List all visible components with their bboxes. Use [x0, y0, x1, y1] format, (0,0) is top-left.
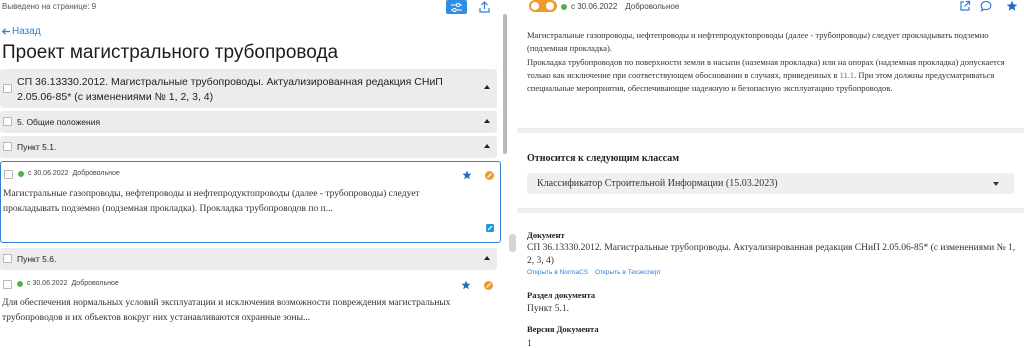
document-checkbox[interactable] — [3, 84, 12, 93]
requirement-paragraph-1: Магистральные газопроводы, нефтепроводы … — [527, 30, 989, 53]
status-dot-icon — [17, 280, 23, 287]
item-row-5-1[interactable]: Пункт 5.1. — [0, 136, 497, 158]
comment-icon[interactable] — [980, 0, 992, 12]
status-dot-icon — [561, 3, 567, 10]
section-divider — [517, 128, 1024, 133]
document-title: СП 36.13330.2012. Магистральные трубопро… — [17, 76, 443, 103]
toggle-knob — [546, 2, 554, 10]
item-label: Пункт 5.1. — [17, 142, 57, 152]
requirement-card[interactable]: с 30.06.2022 Добровольное Для обеспечени… — [0, 274, 501, 348]
results-count: Выведено на странице: 9 — [2, 2, 97, 11]
back-link[interactable]: Назад — [2, 26, 41, 37]
classes-heading: Относится к следующим классам — [527, 153, 680, 164]
status-dot-icon — [18, 170, 24, 177]
section-value: Пункт 5.1. — [527, 304, 569, 314]
card-status: Добровольное — [71, 280, 119, 287]
dropdown-caret-icon — [993, 182, 999, 186]
classifier-select[interactable]: Классификатор Строительной Информации (1… — [527, 173, 1014, 194]
detail-toolbar: с 30.06.2022 Добровольное — [517, 0, 1024, 14]
share-icon — [478, 1, 490, 13]
card-status: Добровольное — [72, 170, 120, 177]
version-value: 1 — [527, 339, 532, 348]
share-button[interactable] — [477, 0, 491, 14]
collapse-caret-icon[interactable] — [484, 144, 490, 148]
requirement-card-selected[interactable]: с 30.06.2022 Добровольное Магистральные … — [0, 161, 501, 243]
left-scrollbar[interactable] — [503, 14, 507, 154]
version-label: Версия Документа — [527, 324, 599, 334]
card-checkbox[interactable] — [4, 170, 13, 179]
section-checkbox[interactable] — [3, 117, 12, 126]
document-label: Документ — [527, 230, 565, 240]
card-text: Магистральные газопроводы, нефтепроводы … — [3, 189, 420, 214]
card-meta: с 30.06.2022 Добровольное — [17, 280, 119, 287]
item-label: Пункт 5.6. — [17, 254, 57, 264]
section-label: Раздел документа — [527, 290, 596, 300]
star-icon[interactable] — [461, 280, 471, 290]
back-label: Назад — [12, 26, 41, 37]
results-pane: Выведено на странице: 9 Назад Проект маг… — [0, 0, 503, 348]
collapse-caret-icon[interactable] — [484, 119, 490, 123]
clause-link[interactable]: 11.1 — [840, 70, 855, 80]
item-row-5-6[interactable]: Пункт 5.6. — [0, 248, 497, 270]
detail-date: с 30.06.2022 — [571, 2, 618, 11]
toggle-knob — [531, 2, 539, 10]
section-row[interactable]: 5. Общие положения — [0, 111, 497, 133]
document-group-header[interactable]: СП 36.13330.2012. Магистральные трубопро… — [0, 69, 497, 108]
edit-badge-icon[interactable] — [484, 281, 493, 290]
star-icon[interactable] — [462, 170, 472, 180]
section-label: 5. Общие положения — [17, 117, 101, 127]
card-text: Для обеспечения нормальных условий экспл… — [2, 298, 451, 323]
filter-button[interactable] — [446, 0, 467, 14]
item-checkbox[interactable] — [3, 142, 12, 151]
open-techexpert-link[interactable]: Открыть в Техэксперт — [595, 269, 661, 276]
star-icon[interactable] — [1006, 0, 1018, 12]
requirement-paragraph-2: Прокладка трубопроводов по поверхности з… — [527, 56, 1017, 95]
card-date: с 30.06.2022 — [28, 170, 69, 177]
detail-meta: с 30.06.2022 Добровольное — [561, 2, 679, 11]
card-meta: с 30.06.2022 Добровольное — [18, 170, 120, 177]
pane-resize-handle[interactable] — [509, 234, 516, 252]
card-checkbox[interactable] — [3, 280, 12, 289]
arrow-left-icon — [2, 28, 10, 35]
document-value: СП 36.13330.2012. Магистральные трубопро… — [527, 243, 1016, 266]
link-tag-icon[interactable] — [485, 223, 495, 233]
collapse-caret-icon[interactable] — [484, 256, 490, 260]
collapse-caret-icon[interactable] — [484, 85, 490, 89]
status-toggle[interactable] — [529, 0, 557, 12]
item-checkbox[interactable] — [3, 254, 12, 263]
detail-status: Добровольное — [625, 2, 680, 11]
external-link-icon[interactable] — [959, 0, 971, 12]
edit-badge-icon[interactable] — [485, 171, 494, 180]
page-title: Проект магистрального трубопровода — [2, 42, 339, 63]
sliders-icon — [451, 2, 462, 12]
classifier-selected-value: Классификатор Строительной Информации (1… — [537, 178, 778, 189]
section-divider — [517, 208, 1024, 213]
detail-pane: с 30.06.2022 Добровольное Магистральные … — [517, 0, 1024, 348]
card-date: с 30.06.2022 — [27, 280, 68, 287]
open-normacs-link[interactable]: Открыть в NormaCS — [527, 269, 588, 276]
results-toolbar: Выведено на странице: 9 — [0, 0, 503, 14]
